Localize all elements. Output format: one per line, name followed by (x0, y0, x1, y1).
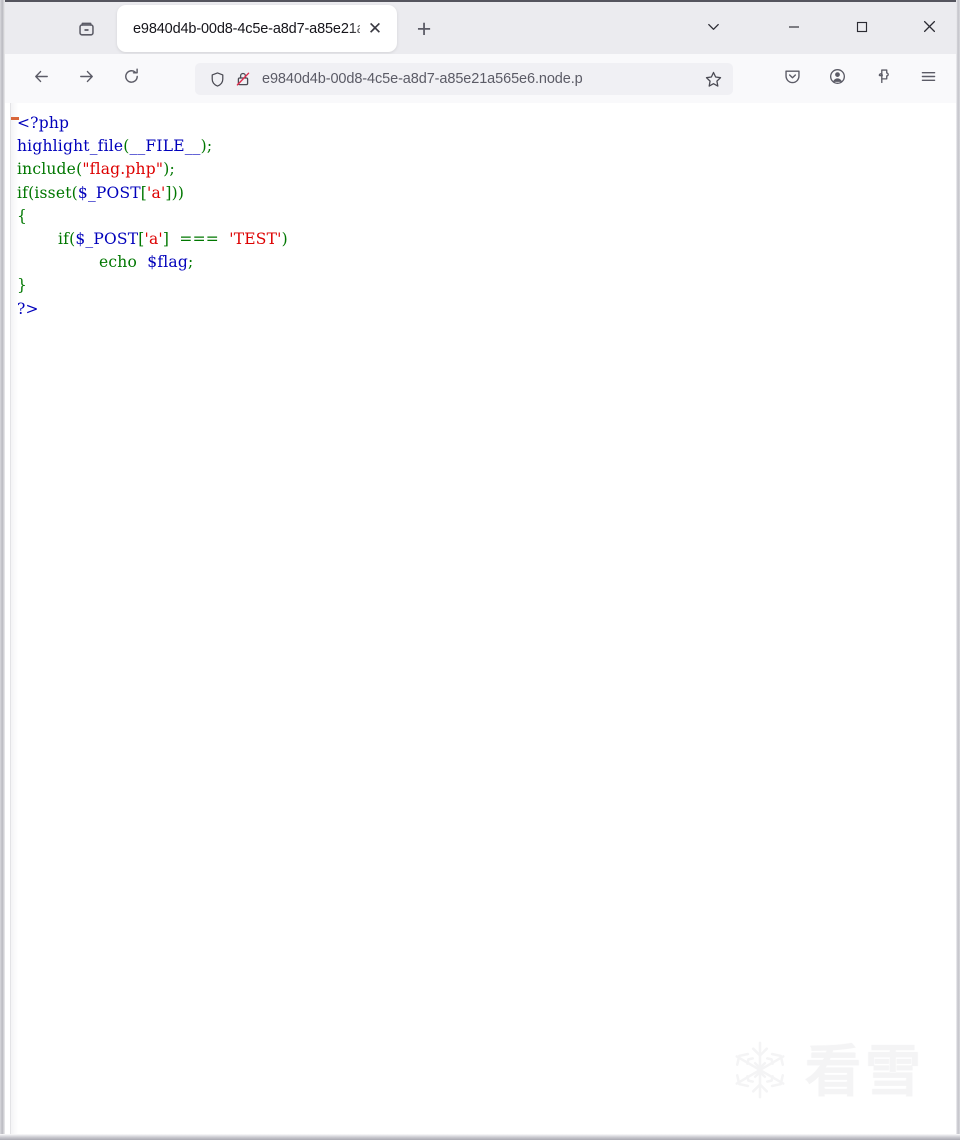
list-all-tabs-button[interactable] (690, 8, 736, 50)
snowflake-icon (729, 1039, 791, 1106)
shield-icon[interactable] (205, 67, 230, 92)
extensions-button[interactable] (866, 61, 901, 96)
reload-button[interactable] (114, 61, 149, 96)
watermark: 看雪 (729, 1039, 925, 1106)
firefox-view-icon (77, 20, 96, 39)
code-token: "flag.php" (82, 160, 164, 179)
window-edge-right (956, 0, 960, 1140)
code-token: 'a' (147, 183, 166, 202)
account-icon (828, 67, 847, 91)
minimize-button[interactable] (771, 8, 817, 50)
forward-button[interactable] (69, 61, 104, 96)
code-token: __FILE__ (129, 137, 201, 156)
minimize-icon (786, 19, 802, 40)
page-content: <?php highlight_file(__FILE__); include(… (10, 103, 953, 1134)
tab-title: e9840d4b-00d8-4c5e-a8d7-a85e21a565e6.nod… (133, 20, 360, 37)
code-token: highlight_file (17, 137, 124, 156)
arrow-left-icon (32, 67, 51, 91)
browser-window: e9840d4b-00d8-4c5e-a8d7-a85e21a565e6.nod… (0, 0, 960, 1140)
lock-crossed-icon[interactable] (230, 67, 255, 92)
code-token: )) (171, 183, 185, 202)
maximize-button[interactable] (839, 8, 885, 50)
code-token: 'TEST' (229, 230, 282, 249)
app-menu-button[interactable] (911, 61, 946, 96)
arrow-right-icon (77, 67, 96, 91)
code-token: <?php (17, 114, 70, 132)
url-input[interactable]: e9840d4b-00d8-4c5e-a8d7-a85e21a565e6.nod… (262, 71, 700, 87)
tab-strip: e9840d4b-00d8-4c5e-a8d7-a85e21a565e6.nod… (5, 0, 956, 54)
code-token: include (17, 160, 77, 179)
code-token: isset (34, 183, 72, 202)
code-token: ; (187, 253, 194, 272)
code-token: ; (206, 137, 213, 156)
maximize-icon (854, 19, 870, 40)
browser-tab[interactable]: e9840d4b-00d8-4c5e-a8d7-a85e21a565e6.nod… (117, 5, 397, 52)
back-button[interactable] (24, 61, 59, 96)
code-token: if (17, 183, 29, 202)
code-token: ?> (17, 299, 39, 318)
watermark-text: 看雪 (805, 1039, 925, 1105)
window-edge-left (0, 0, 5, 1140)
reload-icon (122, 67, 141, 91)
chevron-down-icon (705, 18, 722, 40)
code-token: { (17, 206, 28, 225)
code-token: ] === (162, 230, 230, 249)
php-source-listing: <?php highlight_file(__FILE__); include(… (17, 112, 288, 321)
code-token: echo (17, 253, 148, 272)
bookmark-star-icon[interactable] (700, 66, 727, 93)
extensions-puzzle-icon (874, 67, 893, 91)
navigation-toolbar: e9840d4b-00d8-4c5e-a8d7-a85e21a565e6.nod… (5, 54, 956, 103)
code-token: $_POST (77, 183, 141, 202)
code-token: ; (169, 160, 175, 179)
code-token: } (17, 276, 28, 295)
code-token: if (17, 230, 70, 249)
code-token: $_POST (75, 230, 139, 249)
code-token: ) (281, 230, 288, 249)
pocket-icon (783, 67, 802, 91)
close-icon (921, 18, 938, 40)
url-bar[interactable]: e9840d4b-00d8-4c5e-a8d7-a85e21a565e6.nod… (195, 63, 733, 95)
firefox-view-button[interactable] (67, 11, 105, 47)
tab-close-icon[interactable]: ✕ (360, 14, 390, 44)
code-token: 'a' (144, 230, 163, 249)
account-button[interactable] (820, 61, 855, 96)
new-tab-button[interactable]: + (406, 11, 442, 47)
hamburger-menu-icon (919, 67, 938, 91)
window-edge-bottom (0, 1134, 960, 1140)
pocket-button[interactable] (775, 61, 810, 96)
code-token: $flag (147, 253, 188, 272)
close-window-button[interactable] (906, 8, 952, 50)
